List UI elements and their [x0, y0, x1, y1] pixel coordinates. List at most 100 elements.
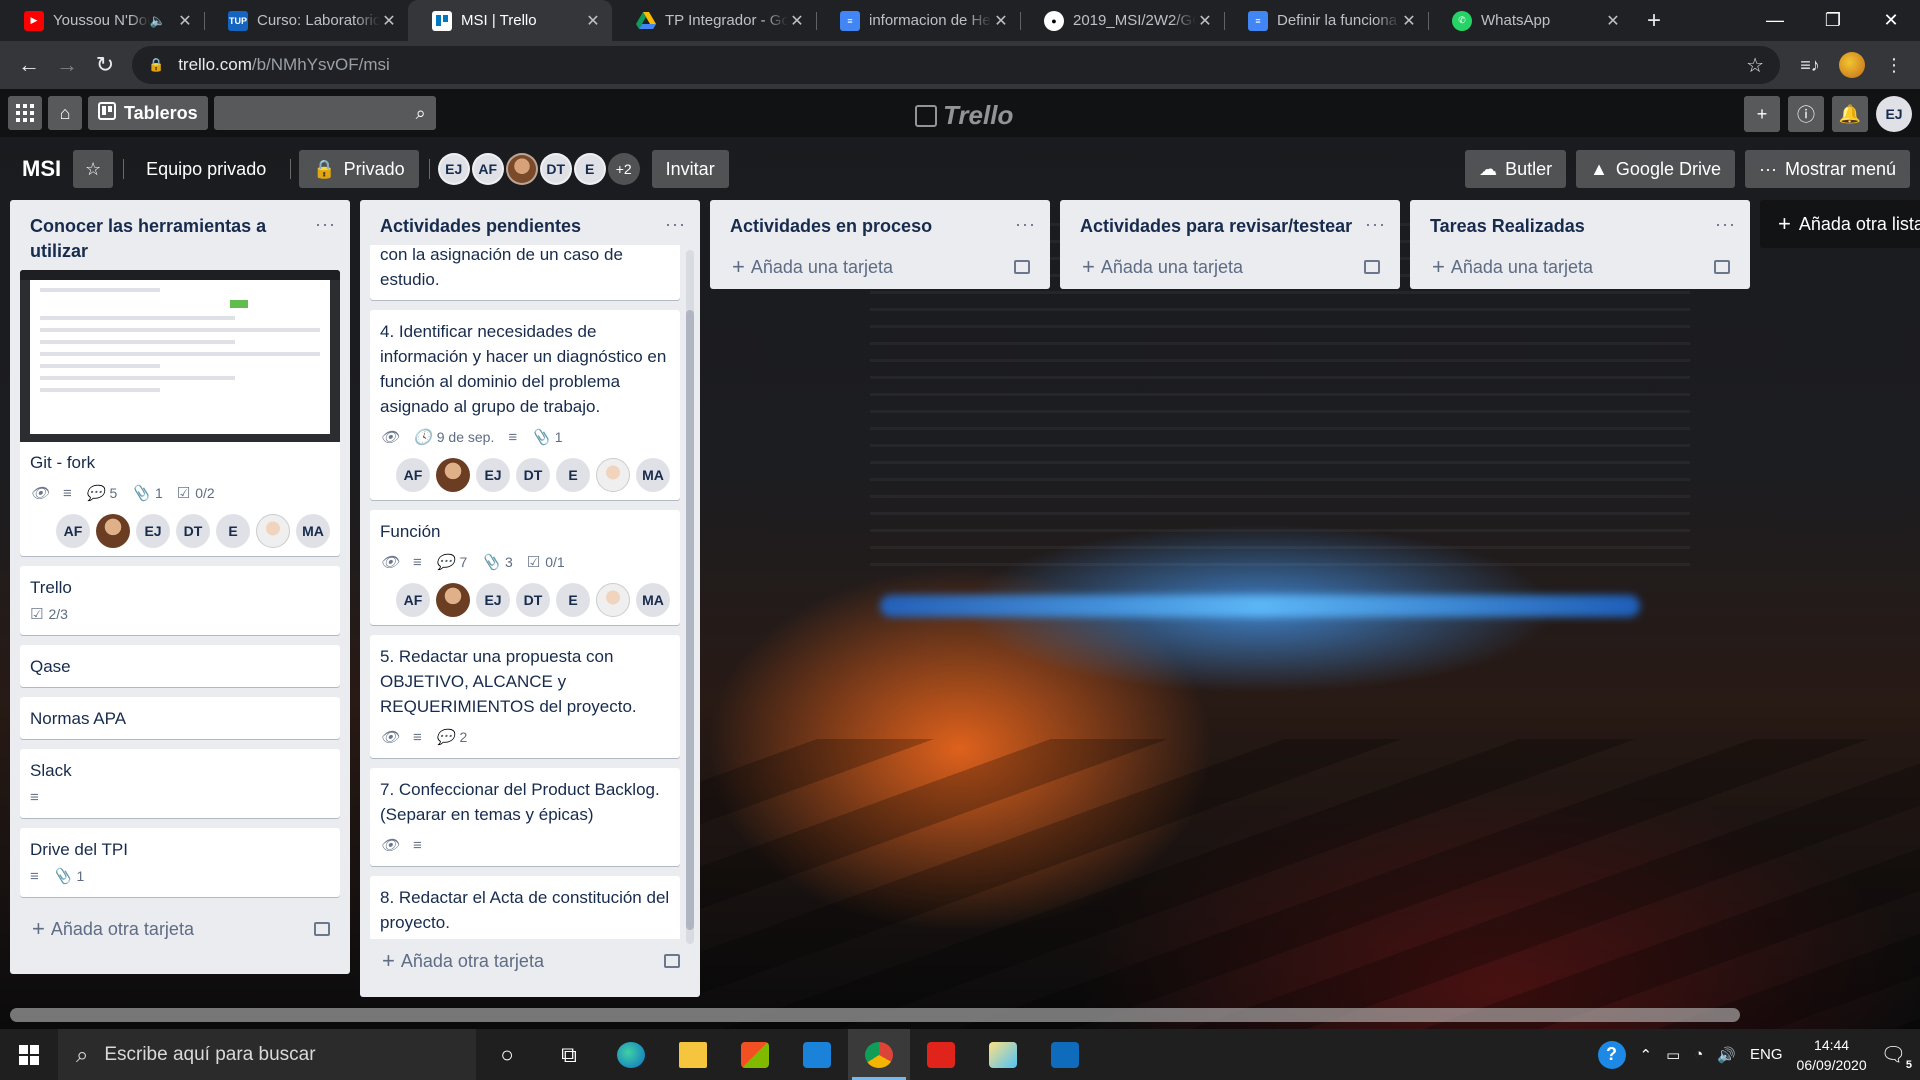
media-control-icon[interactable]: ≡♪ — [1794, 49, 1826, 81]
add-card-button[interactable]: + Añada una tarjeta — [710, 245, 1050, 289]
butler-button[interactable]: ☁ Butler — [1465, 150, 1567, 188]
more-members[interactable]: +2 — [607, 153, 640, 185]
member-avatar[interactable] — [436, 458, 470, 492]
board-scrollbar-thumb[interactable] — [10, 1008, 1740, 1022]
member-avatar[interactable]: EJ — [476, 458, 510, 492]
list-menu-icon[interactable]: ··· — [315, 214, 336, 234]
card-qase[interactable]: Qase — [20, 645, 340, 687]
wifi-icon[interactable]: ◔ — [1694, 1046, 1703, 1063]
list-menu-icon[interactable]: ··· — [665, 214, 686, 234]
member-avatar[interactable]: EJ — [136, 514, 170, 548]
tab-curso[interactable]: TUP Curso: Laboratorio ✕ — [204, 0, 408, 41]
member-avatar[interactable]: AF — [471, 153, 504, 185]
url-field[interactable]: 🔒 trello.com/b/NMhYsvOF/msi ☆ — [132, 46, 1780, 84]
chrome-taskbar-icon[interactable] — [848, 1029, 910, 1080]
help-icon[interactable]: ? — [1597, 1040, 1626, 1069]
template-icon[interactable] — [664, 954, 680, 968]
trello-logo[interactable]: Trello — [915, 100, 1013, 131]
list-title[interactable]: Tareas Realizadas — [1430, 214, 1715, 239]
close-tab-icon[interactable]: ✕ — [1400, 11, 1418, 31]
member-avatar[interactable]: AF — [396, 458, 430, 492]
close-tab-icon[interactable]: ✕ — [1604, 11, 1622, 31]
battery-icon[interactable]: ▭ — [1666, 1046, 1680, 1064]
taskbar-search-input[interactable]: ⌕ Escribe aquí para buscar — [58, 1029, 476, 1080]
list-title[interactable]: Conocer las herramientas a utilizar — [30, 214, 315, 264]
3d-viewer-icon[interactable] — [972, 1029, 1034, 1080]
file-explorer-icon[interactable] — [662, 1029, 724, 1080]
tab-github[interactable]: ● 2019_MSI/2W2/GC ✕ — [1020, 0, 1224, 41]
card-product-backlog[interactable]: 7. Confeccionar del Product Backlog. (Se… — [370, 768, 680, 866]
card-git-fork[interactable]: Git - fork 👁 ≡ 💬 5 📎 1 ☑ 0/2 AF EJ DT E MA — [20, 270, 340, 556]
bookmark-star-icon[interactable]: ☆ — [1746, 53, 1764, 78]
tab-whatsapp[interactable]: ✆ WhatsApp ✕ — [1428, 0, 1632, 41]
member-avatar[interactable]: MA — [296, 514, 330, 548]
member-avatar[interactable]: EJ — [437, 153, 470, 185]
card-funcion[interactable]: Función 👁 ≡ 💬 7 📎 3 ☑ 0/1 AF EJ DT E MA — [370, 510, 680, 625]
member-avatar[interactable]: DT — [516, 583, 550, 617]
member-avatar[interactable] — [596, 583, 630, 617]
cortana-icon[interactable]: ○ — [476, 1029, 538, 1080]
close-tab-icon[interactable]: ✕ — [584, 11, 602, 31]
store-icon[interactable] — [724, 1029, 786, 1080]
member-avatar[interactable]: DT — [176, 514, 210, 548]
add-list-button[interactable]: + Añada otra lista — [1760, 200, 1920, 248]
team-button[interactable]: Equipo privado — [132, 150, 280, 188]
minimize-icon[interactable]: — — [1746, 0, 1804, 41]
edge-icon[interactable] — [600, 1029, 662, 1080]
list-header[interactable]: Conocer las herramientas a utilizar ··· — [10, 200, 350, 270]
card-acta-constitucion[interactable]: 8. Redactar el Acta de constitución del … — [370, 876, 680, 939]
notifications-icon[interactable]: 🗨 5 — [1881, 1042, 1912, 1071]
search-input[interactable]: ⌕ — [213, 96, 436, 130]
close-tab-icon[interactable]: ✕ — [380, 11, 398, 31]
add-card-button[interactable]: + Añada una tarjeta — [1060, 245, 1400, 289]
template-icon[interactable] — [1714, 260, 1730, 274]
board-horizontal-scrollbar[interactable] — [10, 1008, 1740, 1022]
add-card-button[interactable]: + Añada otra tarjeta — [360, 939, 700, 983]
notifications-bell-icon[interactable]: 🔔 — [1832, 96, 1868, 132]
forward-icon[interactable]: → — [48, 46, 86, 84]
card-caso-estudio[interactable]: con la asignación de un caso de estudio. — [370, 245, 680, 300]
member-avatar[interactable] — [96, 514, 130, 548]
member-avatar[interactable] — [596, 458, 630, 492]
card-identificar-necesidades[interactable]: 4. Identificar necesidades de informació… — [370, 310, 680, 500]
board-title[interactable]: MSI — [10, 156, 73, 182]
list-header[interactable]: Actividades para revisar/testear ··· — [1060, 200, 1400, 245]
card-drive-tpi[interactable]: Drive del TPI ≡ 📎 1 — [20, 828, 340, 897]
photos-icon[interactable] — [1034, 1029, 1096, 1080]
tab-definir[interactable]: ≡ Definir la funciona ✕ — [1224, 0, 1428, 41]
card-redactar-propuesta[interactable]: 5. Redactar una propuesta con OBJETIVO, … — [370, 635, 680, 758]
list-header[interactable]: Actividades en proceso ··· — [710, 200, 1050, 245]
template-icon[interactable] — [1364, 260, 1380, 274]
create-plus-icon[interactable]: + — [1744, 96, 1780, 132]
member-avatar[interactable]: EJ — [476, 583, 510, 617]
google-drive-button[interactable]: ▲ Google Drive — [1576, 150, 1735, 188]
mail-icon[interactable] — [786, 1029, 848, 1080]
card-slack[interactable]: Slack ≡ — [20, 749, 340, 818]
list-title[interactable]: Actividades en proceso — [730, 214, 1015, 239]
new-tab-button[interactable]: + — [1632, 0, 1676, 41]
language-indicator[interactable]: ENG — [1750, 1046, 1783, 1063]
member-avatar[interactable]: AF — [56, 514, 90, 548]
boards-button[interactable]: Tableros — [88, 96, 208, 130]
close-tab-icon[interactable]: ✕ — [1196, 11, 1214, 31]
reload-icon[interactable]: ↻ — [86, 46, 124, 84]
member-avatar[interactable] — [436, 583, 470, 617]
chrome-menu-icon[interactable]: ⋮ — [1878, 49, 1910, 81]
member-avatar[interactable]: MA — [636, 458, 670, 492]
member-avatar[interactable]: E — [216, 514, 250, 548]
acrobat-icon[interactable] — [910, 1029, 972, 1080]
add-card-button[interactable]: + Añada otra tarjeta — [10, 907, 350, 951]
list-menu-icon[interactable]: ··· — [1015, 214, 1036, 234]
member-avatar[interactable] — [256, 514, 290, 548]
template-icon[interactable] — [1014, 260, 1030, 274]
list-menu-icon[interactable]: ··· — [1365, 214, 1386, 234]
restore-icon[interactable]: ❐ — [1804, 0, 1862, 41]
show-menu-button[interactable]: ··· Mostrar menú — [1744, 150, 1910, 188]
list-title[interactable]: Actividades para revisar/testear — [1080, 214, 1365, 239]
list-header[interactable]: Tareas Realizadas ··· — [1410, 200, 1750, 245]
tab-tp-integrador[interactable]: TP Integrador - Go ✕ — [612, 0, 816, 41]
search-icon[interactable]: ⌕ — [416, 103, 426, 124]
member-avatar[interactable]: E — [556, 458, 590, 492]
member-avatar[interactable]: E — [556, 583, 590, 617]
close-tab-icon[interactable]: ✕ — [788, 11, 806, 31]
